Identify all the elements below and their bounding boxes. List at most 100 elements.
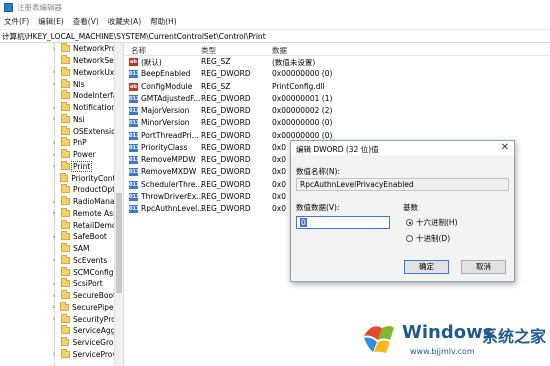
- chevron-right-icon[interactable]: ›: [50, 280, 58, 288]
- tree-item[interactable]: › SafeBoot: [0, 231, 123, 243]
- radio-dec-button[interactable]: [406, 235, 413, 242]
- folder-icon: [61, 184, 70, 194]
- chevron-right-icon[interactable]: [50, 339, 58, 347]
- tree-item[interactable]: › Power: [0, 149, 123, 161]
- tree-item[interactable]: ServiceAggre: [0, 325, 123, 337]
- chevron-right-icon[interactable]: ›: [50, 139, 58, 147]
- base-group-label: 基数: [403, 203, 418, 212]
- value-type: REG_DWORD: [201, 118, 251, 128]
- column-header-data[interactable]: 数据: [272, 45, 287, 56]
- menu-favorites[interactable]: 收藏夹(A): [108, 16, 141, 27]
- menu-file[interactable]: 文件(F): [4, 16, 29, 27]
- chevron-right-icon[interactable]: ›: [50, 350, 58, 358]
- radio-dec[interactable]: 十进制(D): [406, 233, 450, 244]
- tree-item[interactable]: SAM: [0, 243, 123, 255]
- tree-item[interactable]: › SecurePipeSe: [0, 301, 123, 314]
- tree-item[interactable]: SCMConfig: [0, 266, 123, 278]
- chevron-right-icon[interactable]: ›: [50, 151, 58, 159]
- folder-icon: [61, 325, 70, 335]
- cancel-button[interactable]: 取消: [461, 260, 506, 274]
- table-row[interactable]: ab (默认) REG_SZ (数值未设置): [125, 56, 550, 68]
- chevron-right-icon[interactable]: [50, 127, 58, 135]
- chevron-right-icon[interactable]: ›: [50, 315, 58, 323]
- tree-scrollbar-thumb[interactable]: [116, 193, 122, 293]
- tree-item[interactable]: PriorityContro: [0, 172, 123, 184]
- tree-item[interactable]: NodeInterfac: [0, 90, 123, 102]
- column-header-type[interactable]: 类型: [201, 45, 216, 56]
- folder-icon: [61, 278, 70, 288]
- close-icon[interactable]: ✕: [501, 142, 509, 153]
- chevron-right-icon[interactable]: ›: [50, 303, 57, 311]
- chevron-right-icon[interactable]: ›: [50, 45, 58, 53]
- chevron-right-icon[interactable]: [50, 92, 58, 100]
- watermark-cn: 系统之家: [482, 327, 547, 346]
- tree-item[interactable]: › Print: [0, 160, 123, 173]
- value-type: REG_DWORD: [201, 69, 251, 79]
- tree-item[interactable]: NetworkSetu: [0, 55, 123, 67]
- tree-item[interactable]: › Nls: [0, 78, 123, 90]
- tree-item[interactable]: › NetworkUxM: [0, 66, 123, 79]
- table-row[interactable]: 011 MinorVersion REG_DWORD 0x00000000 (0): [125, 117, 550, 129]
- folder-icon: [61, 290, 70, 300]
- tree-item[interactable]: › Notifications: [0, 102, 123, 114]
- chevron-right-icon[interactable]: ›: [50, 233, 58, 241]
- chevron-right-icon[interactable]: [50, 57, 58, 65]
- table-row[interactable]: 011 MajorVersion REG_DWORD 0x00000002 (2): [125, 105, 550, 117]
- chevron-right-icon[interactable]: ›: [50, 256, 58, 264]
- value-data: (数值未设置): [272, 58, 316, 67]
- tree-item-label: SafeBoot: [73, 232, 107, 242]
- tree-item[interactable]: › ServiceProvic: [0, 348, 123, 361]
- tree-item-label: ScsiPort: [73, 279, 103, 289]
- tree-item[interactable]: › ScsiPort: [0, 278, 123, 290]
- value-data-input[interactable]: 0: [296, 216, 390, 229]
- ok-button[interactable]: 确定: [404, 260, 449, 274]
- address-path[interactable]: 计算机\HKEY_LOCAL_MACHINE\SYSTEM\CurrentCon…: [2, 31, 266, 42]
- value-type: REG_DWORD: [201, 142, 251, 152]
- tree-item[interactable]: › Remote Assis: [0, 207, 123, 220]
- tree-scrollbar[interactable]: [114, 43, 123, 366]
- menu-help[interactable]: 帮助(H): [150, 16, 177, 27]
- column-header-name[interactable]: 名称: [131, 45, 146, 56]
- chevron-right-icon[interactable]: ›: [50, 198, 58, 206]
- chevron-right-icon[interactable]: ›: [50, 104, 58, 112]
- tree-item[interactable]: RetailDemo: [0, 219, 123, 231]
- tree-item[interactable]: › ScEvents: [0, 254, 123, 267]
- tree-item[interactable]: ProductOptic: [0, 184, 123, 196]
- tree-item[interactable]: › NetworkProv: [0, 43, 123, 55]
- chevron-right-icon[interactable]: [50, 327, 58, 335]
- menu-edit[interactable]: 编辑(E): [38, 16, 64, 27]
- value-type: REG_DWORD: [201, 106, 251, 115]
- chevron-right-icon[interactable]: [50, 268, 58, 276]
- value-data: 0x00000000 (0): [272, 69, 333, 79]
- chevron-right-icon[interactable]: ›: [50, 80, 58, 88]
- tree-item[interactable]: › SecureBoot: [0, 290, 123, 302]
- value-type-icon: ab: [129, 58, 138, 66]
- tree-item[interactable]: ServiceGroup: [0, 337, 123, 349]
- table-row[interactable]: 011 BeepEnabled REG_DWORD 0x00000000 (0): [125, 68, 550, 80]
- chevron-right-icon[interactable]: ›: [50, 115, 58, 123]
- chevron-right-icon[interactable]: [50, 221, 58, 229]
- table-row[interactable]: 011 GMTAdjustedF... REG_DWORD 0x00000001 (1…: [125, 93, 550, 105]
- chevron-right-icon[interactable]: ›: [50, 162, 58, 170]
- tree-item[interactable]: › RadioManag: [0, 196, 123, 208]
- table-row[interactable]: ab ConfigModule REG_SZ PrintConfig.dll: [125, 81, 550, 93]
- chevron-right-icon[interactable]: ›: [50, 209, 58, 217]
- tree-item[interactable]: › Nsi: [0, 113, 123, 126]
- radio-hex[interactable]: 十六进制(H): [406, 217, 458, 228]
- tree-item[interactable]: › PnP: [0, 137, 123, 149]
- chevron-right-icon[interactable]: ›: [50, 292, 58, 300]
- chevron-right-icon[interactable]: [50, 245, 58, 253]
- value-type: REG_DWORD: [201, 179, 251, 189]
- folder-icon: [61, 219, 70, 229]
- chevron-right-icon[interactable]: ›: [50, 68, 58, 76]
- radio-hex-label[interactable]: 十六进制(H): [416, 217, 458, 228]
- menu-view[interactable]: 查看(V): [73, 16, 99, 27]
- tree-item[interactable]: OSExtensionI: [0, 125, 123, 137]
- radio-dec-label[interactable]: 十进制(D): [416, 233, 450, 244]
- address-bar[interactable]: 计算机\HKEY_LOCAL_MACHINE\SYSTEM\CurrentCon…: [0, 30, 550, 43]
- radio-hex-button[interactable]: [406, 219, 413, 226]
- chevron-right-icon[interactable]: [50, 186, 58, 194]
- chevron-right-icon[interactable]: [50, 174, 57, 182]
- value-data-text[interactable]: 0: [300, 218, 307, 227]
- tree-item[interactable]: › SecurityProvi: [0, 313, 123, 325]
